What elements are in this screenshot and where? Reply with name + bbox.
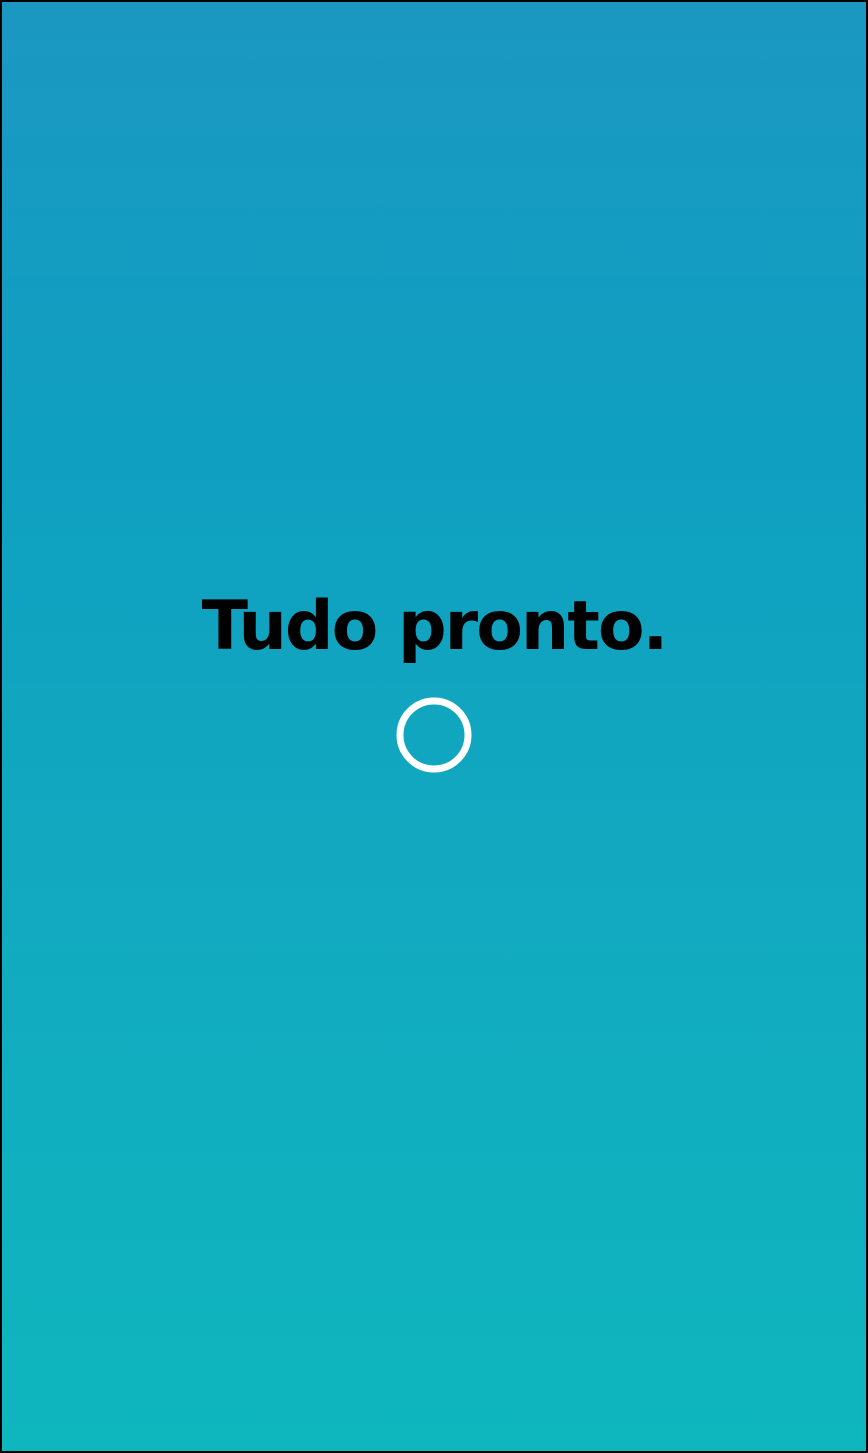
setup-complete-screen: Tudo pronto.: [0, 0, 868, 1453]
status-message: Tudo pronto.: [201, 587, 669, 666]
loading-ring-circle: [396, 697, 472, 773]
loading-ring-icon: [394, 695, 474, 775]
loading-ring-svg: [396, 697, 472, 773]
